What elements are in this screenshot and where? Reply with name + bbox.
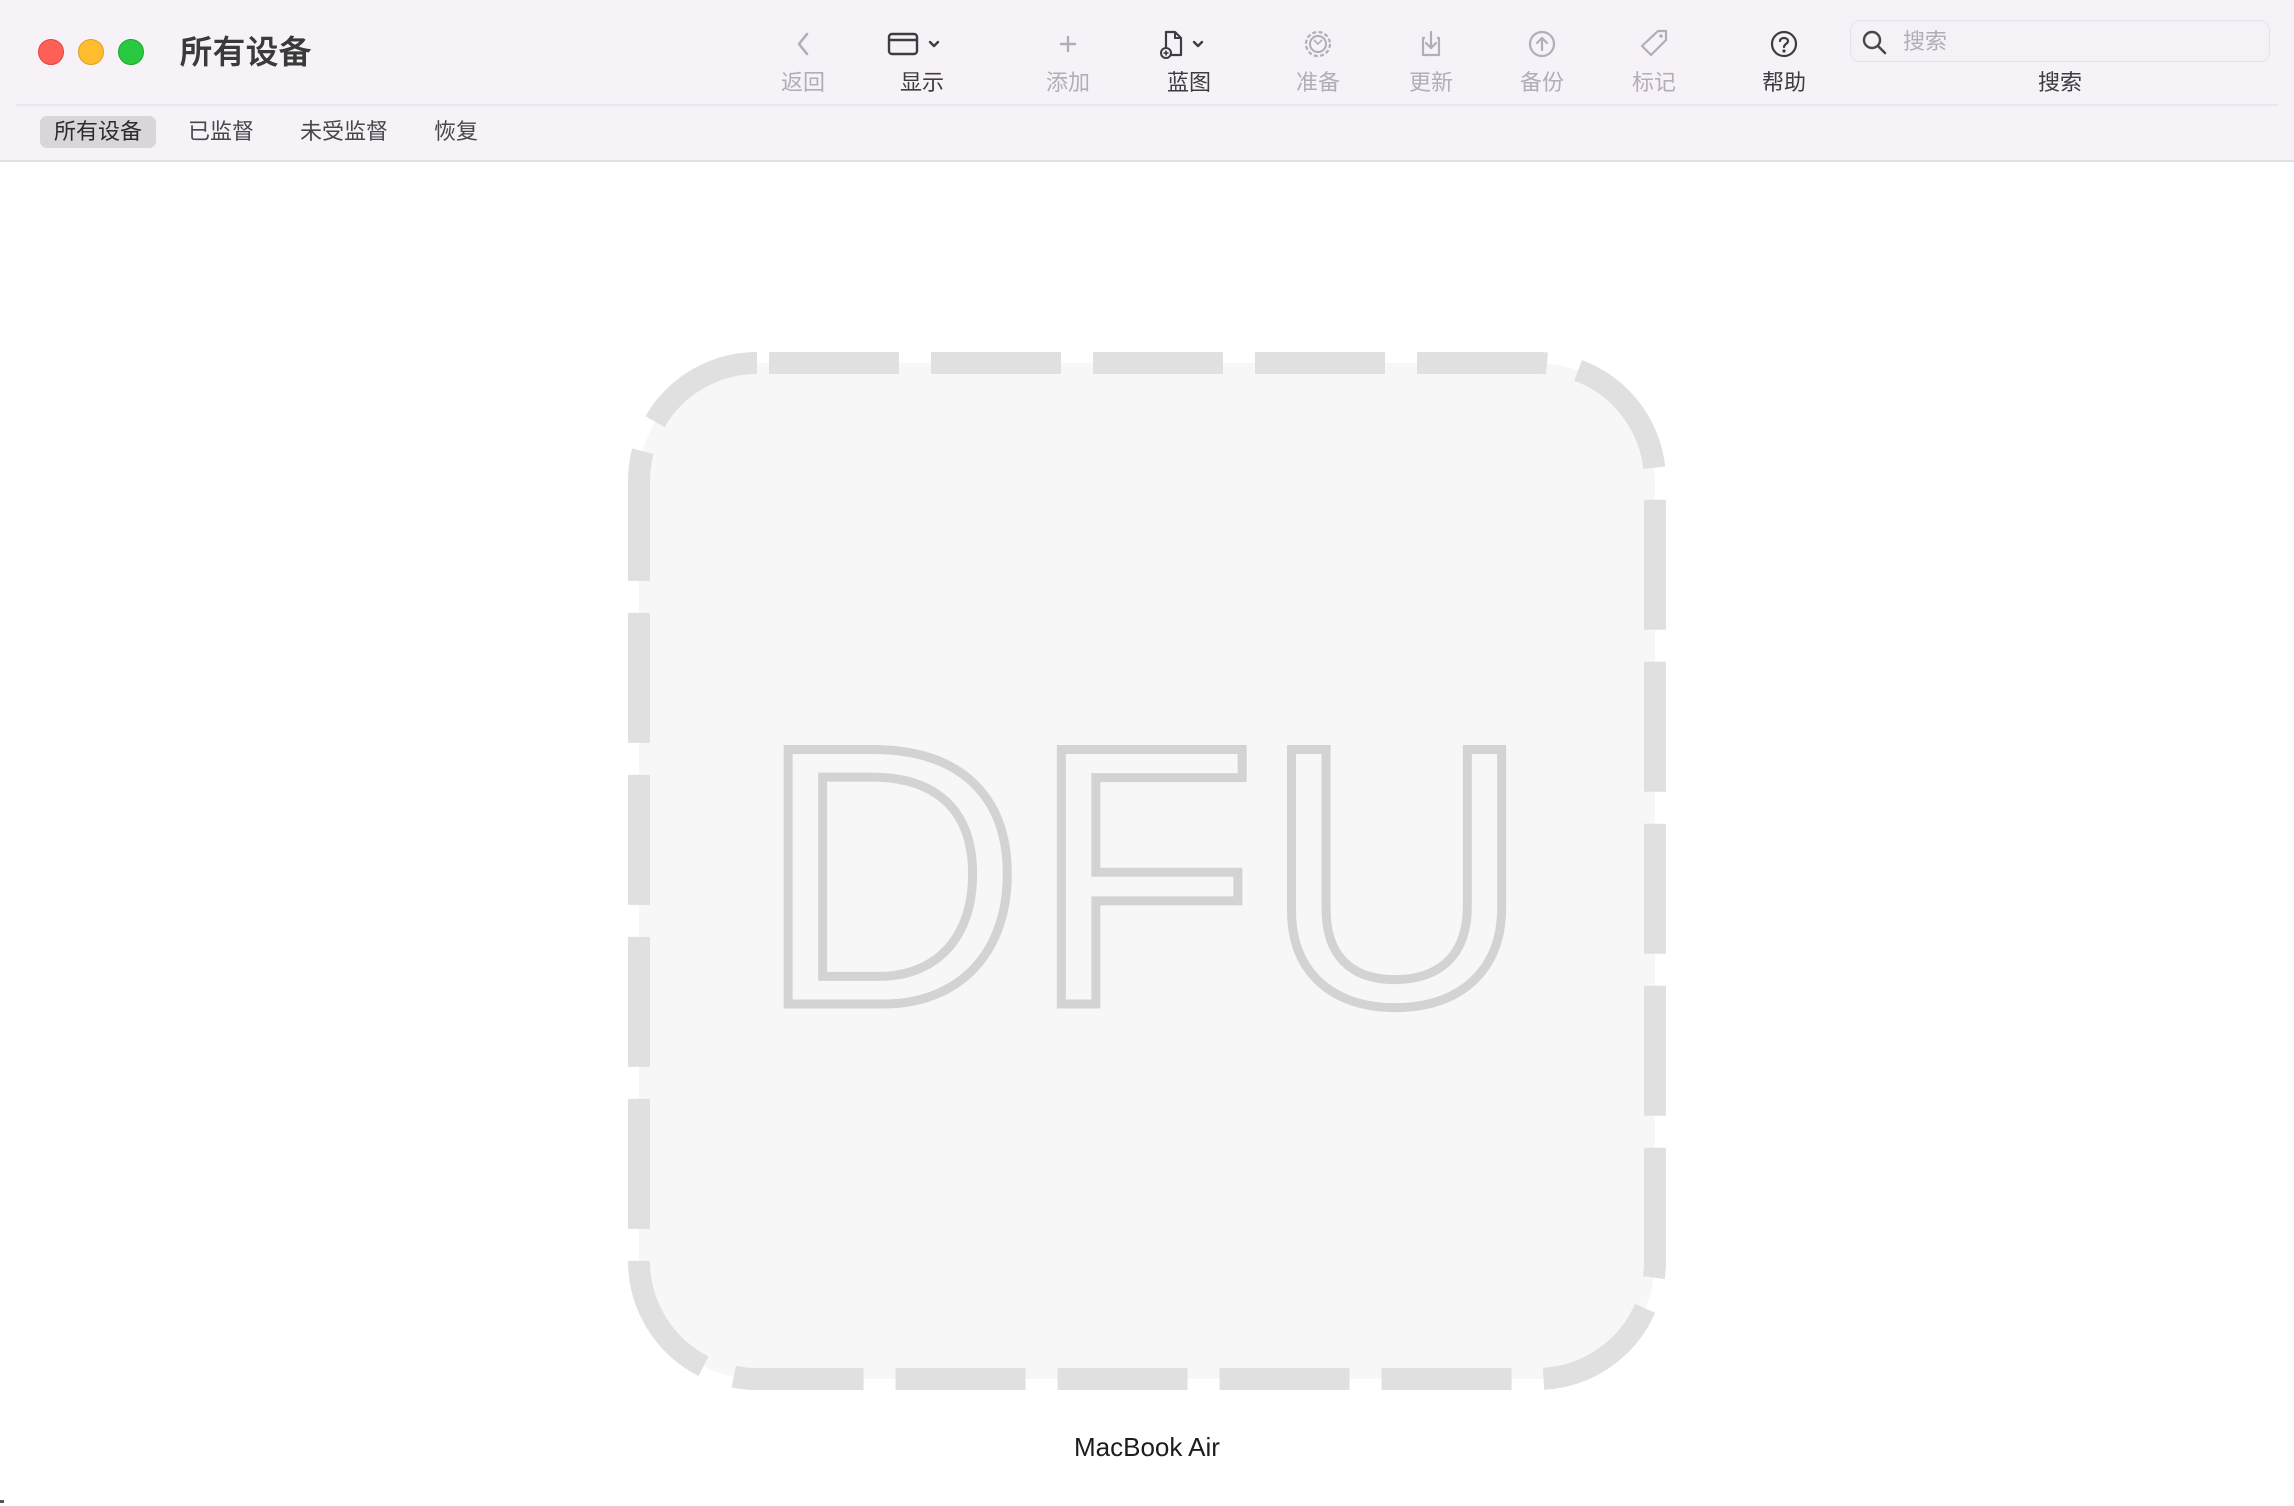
dfu-device-tile[interactable]: DFU (628, 352, 1666, 1390)
tab-recovery[interactable]: 恢复 (420, 116, 492, 148)
search-input[interactable] (1901, 21, 2265, 63)
tag-icon (1640, 29, 1668, 57)
search-field[interactable] (1850, 20, 2270, 63)
tag-button[interactable]: 标记 (1604, 18, 1704, 102)
question-circle-icon (1770, 30, 1798, 58)
window-edge (0, 1500, 4, 1503)
view-label: 显示 (899, 70, 944, 95)
plus-icon (1059, 35, 1077, 53)
back-button[interactable]: 返回 (753, 18, 853, 102)
window-view-icon (887, 32, 940, 56)
help-button[interactable]: 帮助 (1734, 18, 1834, 102)
tab-unsupervised[interactable]: 未受监督 (286, 116, 402, 148)
prepare-label: 准备 (1295, 70, 1340, 95)
update-button[interactable]: 更新 (1381, 18, 1481, 102)
search-icon (1862, 30, 1887, 55)
upload-circle-icon (1528, 30, 1556, 58)
window-title: 所有设备 (180, 34, 313, 70)
blueprint-label: 蓝图 (1166, 70, 1211, 95)
toolbar-divider (16, 104, 2278, 106)
download-tray-icon (1421, 30, 1441, 57)
search-label: 搜索 (2037, 70, 2082, 95)
gear-icon (1304, 30, 1332, 58)
backup-label: 备份 (1519, 70, 1564, 95)
blueprint-button[interactable]: 蓝图 (1139, 18, 1239, 102)
backup-button[interactable]: 备份 (1492, 18, 1592, 102)
close-button[interactable] (38, 39, 64, 65)
zoom-button[interactable] (118, 39, 144, 65)
help-label: 帮助 (1761, 70, 1806, 95)
view-button[interactable]: 显示 (872, 18, 972, 102)
tag-label: 标记 (1631, 70, 1676, 95)
tab-supervised[interactable]: 已监督 (174, 116, 268, 148)
add-button[interactable]: 添加 (1018, 18, 1118, 102)
prepare-button[interactable]: 准备 (1268, 18, 1368, 102)
minimize-button[interactable] (78, 39, 104, 65)
device-name: MacBook Air (1074, 1432, 1220, 1462)
update-label: 更新 (1408, 70, 1453, 95)
add-label: 添加 (1045, 70, 1090, 95)
back-label: 返回 (780, 70, 825, 95)
blueprint-document-icon (1160, 30, 1204, 59)
titlebar: 所有设备 返回 显示 添加 蓝图 准备 更新 备份 标记 帮助 搜索 搜索 所有… (0, 0, 2294, 162)
tab-all-devices[interactable]: 所有设备 (40, 116, 157, 148)
dfu-mode-text: DFU (758, 670, 1536, 1083)
chevron-left-icon (797, 32, 809, 56)
